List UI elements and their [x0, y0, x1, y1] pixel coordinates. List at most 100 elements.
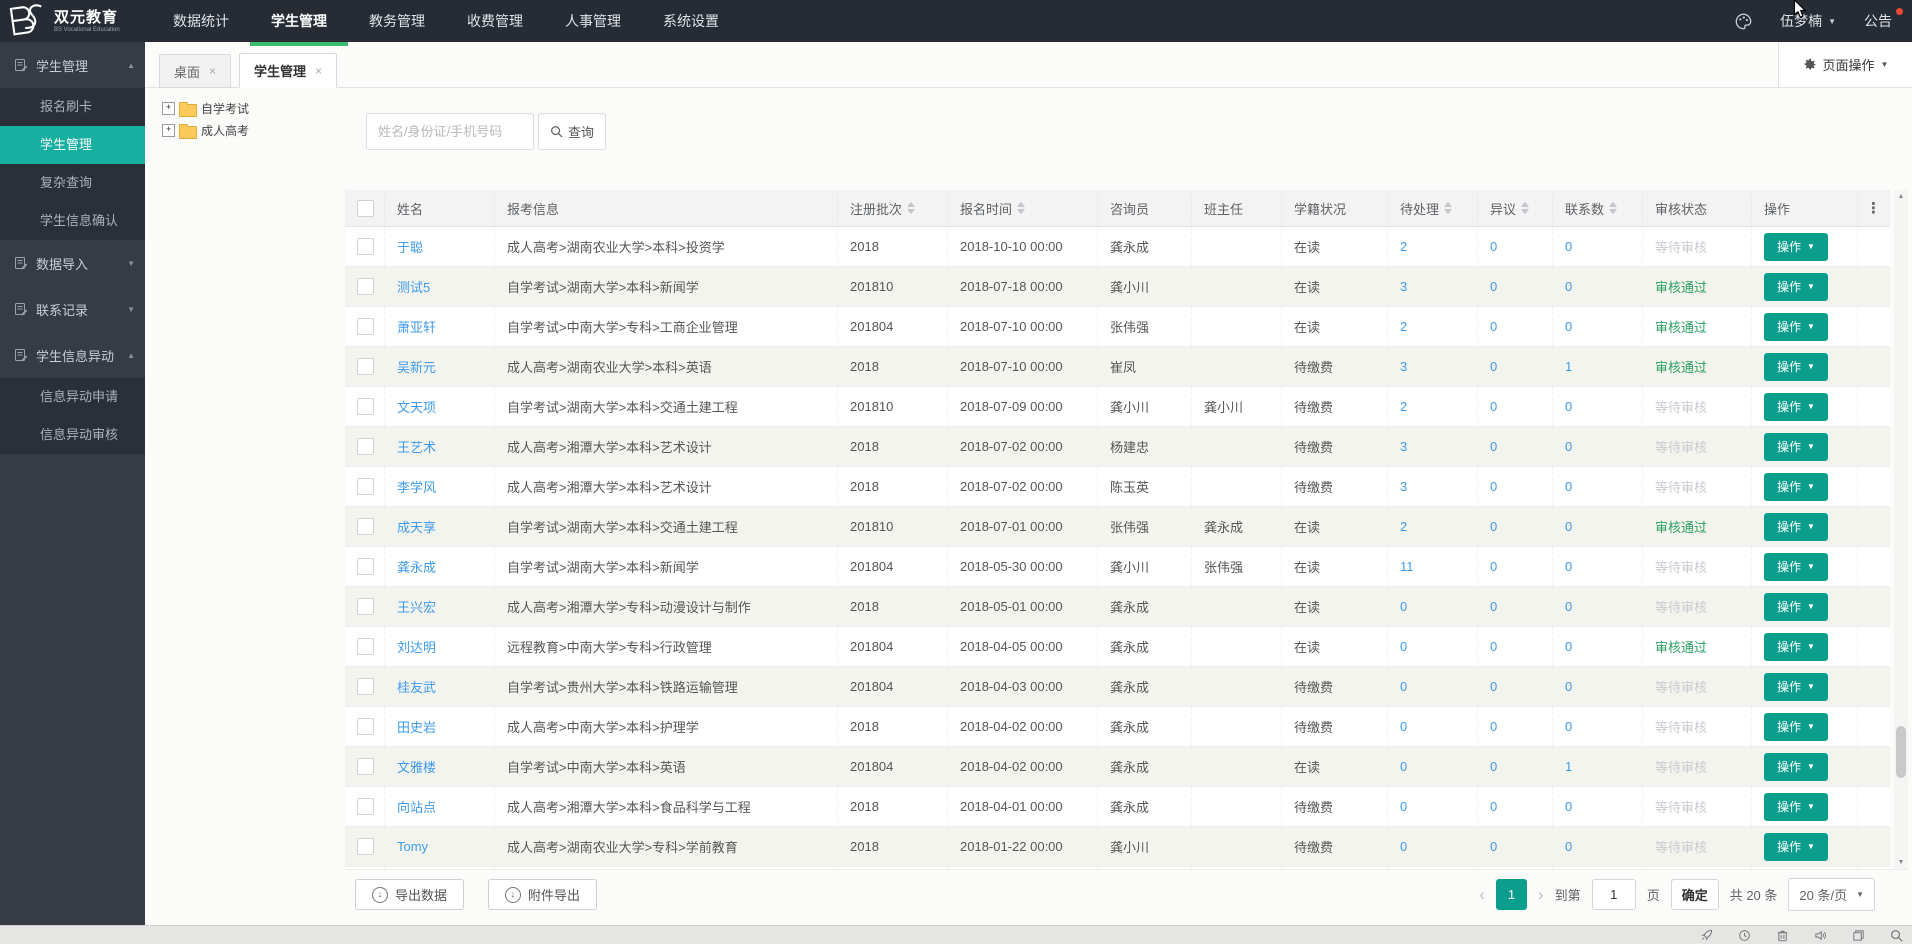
- student-name-link[interactable]: Tomy: [385, 827, 495, 866]
- student-name-link[interactable]: 王艺术: [385, 427, 495, 466]
- contact-count-link[interactable]: 0: [1553, 387, 1643, 426]
- tree-node-2[interactable]: +成人高考: [162, 122, 342, 139]
- sidebar-group-3[interactable]: 联系记录▼: [0, 286, 145, 332]
- contact-count-link[interactable]: 0: [1553, 627, 1643, 666]
- row-checkbox[interactable]: [357, 838, 374, 855]
- row-checkbox[interactable]: [357, 638, 374, 655]
- row-checkbox[interactable]: [357, 558, 374, 575]
- volume-icon[interactable]: [1813, 928, 1827, 942]
- pending-count-link[interactable]: 2: [1388, 387, 1478, 426]
- history-icon[interactable]: [1737, 928, 1751, 942]
- dispute-count-link[interactable]: 0: [1478, 787, 1553, 826]
- contact-count-link[interactable]: 0: [1553, 587, 1643, 626]
- tree-expander-icon[interactable]: +: [162, 102, 175, 115]
- dispute-count-link[interactable]: 0: [1478, 707, 1553, 746]
- row-checkbox[interactable]: [357, 798, 374, 815]
- contact-count-link[interactable]: 0: [1553, 307, 1643, 346]
- pending-count-link[interactable]: 2: [1388, 227, 1478, 266]
- pending-count-link[interactable]: 0: [1388, 827, 1478, 866]
- sort-icon[interactable]: [1017, 198, 1025, 218]
- pending-count-link[interactable]: 2: [1388, 307, 1478, 346]
- nav-menu-item-2[interactable]: 学生管理: [250, 0, 348, 42]
- pending-count-link[interactable]: 3: [1388, 427, 1478, 466]
- row-action-button[interactable]: 操作▼: [1764, 273, 1828, 301]
- sidebar-group-2[interactable]: 数据导入▼: [0, 240, 145, 286]
- export-data-button[interactable]: ↓ 导出数据: [355, 879, 464, 910]
- nav-menu-item-5[interactable]: 人事管理: [544, 0, 642, 42]
- search-input[interactable]: [366, 113, 534, 150]
- table-scrollbar[interactable]: ▲ ▼: [1894, 190, 1908, 870]
- student-name-link[interactable]: 吴新元: [385, 347, 495, 386]
- row-checkbox[interactable]: [357, 598, 374, 615]
- dispute-count-link[interactable]: 0: [1478, 347, 1553, 386]
- row-checkbox[interactable]: [357, 438, 374, 455]
- tree-node-1[interactable]: +自学考试: [162, 100, 342, 117]
- row-action-button[interactable]: 操作▼: [1764, 833, 1828, 861]
- student-name-link[interactable]: 成天享: [385, 507, 495, 546]
- pending-count-link[interactable]: 11: [1388, 547, 1478, 586]
- row-action-button[interactable]: 操作▼: [1764, 553, 1828, 581]
- student-name-link[interactable]: 于聪: [385, 227, 495, 266]
- row-action-button[interactable]: 操作▼: [1764, 233, 1828, 261]
- row-checkbox[interactable]: [357, 478, 374, 495]
- notice-link[interactable]: 公告: [1864, 11, 1892, 31]
- row-checkbox[interactable]: [357, 718, 374, 735]
- page-actions-button[interactable]: 页面操作 ▼: [1778, 42, 1912, 87]
- row-action-button[interactable]: 操作▼: [1764, 673, 1828, 701]
- close-icon[interactable]: ×: [209, 64, 216, 78]
- sidebar-item-学生信息确认[interactable]: 学生信息确认: [0, 202, 145, 240]
- sidebar-item-学生管理[interactable]: 学生管理: [0, 126, 145, 164]
- student-name-link[interactable]: 文雅楼: [385, 747, 495, 786]
- sort-icon[interactable]: [1444, 198, 1452, 218]
- sort-icon[interactable]: [907, 198, 915, 218]
- pending-count-link[interactable]: 0: [1388, 667, 1478, 706]
- user-menu[interactable]: 伍梦楠▼: [1780, 11, 1836, 31]
- contact-count-link[interactable]: 0: [1553, 547, 1643, 586]
- row-checkbox[interactable]: [357, 678, 374, 695]
- search-icon[interactable]: [1889, 928, 1903, 942]
- row-checkbox[interactable]: [357, 278, 374, 295]
- row-action-button[interactable]: 操作▼: [1764, 633, 1828, 661]
- contact-count-link[interactable]: 0: [1553, 787, 1643, 826]
- tree-expander-icon[interactable]: +: [162, 124, 175, 137]
- row-checkbox[interactable]: [357, 238, 374, 255]
- row-action-button[interactable]: 操作▼: [1764, 793, 1828, 821]
- tab-2[interactable]: 学生管理×: [239, 53, 337, 88]
- contact-count-link[interactable]: 0: [1553, 227, 1643, 266]
- scroll-up-icon[interactable]: ▲: [1894, 190, 1908, 204]
- dispute-count-link[interactable]: 0: [1478, 827, 1553, 866]
- row-checkbox[interactable]: [357, 358, 374, 375]
- sidebar-item-信息异动审核[interactable]: 信息异动审核: [0, 416, 145, 454]
- row-checkbox[interactable]: [357, 398, 374, 415]
- row-action-button[interactable]: 操作▼: [1764, 513, 1828, 541]
- next-page-button[interactable]: ›: [1538, 886, 1544, 903]
- student-name-link[interactable]: 龚永成: [385, 547, 495, 586]
- dispute-count-link[interactable]: 0: [1478, 267, 1553, 306]
- dispute-count-link[interactable]: 0: [1478, 467, 1553, 506]
- student-name-link[interactable]: 桂友武: [385, 667, 495, 706]
- row-action-button[interactable]: 操作▼: [1764, 473, 1828, 501]
- sidebar-item-信息异动申请[interactable]: 信息异动申请: [0, 378, 145, 416]
- pending-count-link[interactable]: 3: [1388, 267, 1478, 306]
- confirm-page-button[interactable]: 确定: [1671, 879, 1719, 910]
- contact-count-link[interactable]: 0: [1553, 707, 1643, 746]
- student-name-link[interactable]: 李学风: [385, 467, 495, 506]
- nav-menu-item-4[interactable]: 收费管理: [446, 0, 544, 42]
- row-checkbox[interactable]: [357, 758, 374, 775]
- row-action-button[interactable]: 操作▼: [1764, 313, 1828, 341]
- contact-count-link[interactable]: 1: [1553, 347, 1643, 386]
- search-button[interactable]: 查询: [538, 113, 606, 150]
- contact-count-link[interactable]: 0: [1553, 667, 1643, 706]
- row-action-button[interactable]: 操作▼: [1764, 433, 1828, 461]
- pending-count-link[interactable]: 0: [1388, 627, 1478, 666]
- contact-count-link[interactable]: 0: [1553, 507, 1643, 546]
- row-action-button[interactable]: 操作▼: [1764, 753, 1828, 781]
- page-size-select[interactable]: 20 条/页 ▼: [1788, 878, 1875, 911]
- prev-page-button[interactable]: ‹: [1479, 886, 1485, 903]
- rocket-icon[interactable]: [1699, 928, 1713, 942]
- row-checkbox[interactable]: [357, 518, 374, 535]
- dispute-count-link[interactable]: 0: [1478, 547, 1553, 586]
- dispute-count-link[interactable]: 0: [1478, 227, 1553, 266]
- row-action-button[interactable]: 操作▼: [1764, 393, 1828, 421]
- row-checkbox[interactable]: [357, 318, 374, 335]
